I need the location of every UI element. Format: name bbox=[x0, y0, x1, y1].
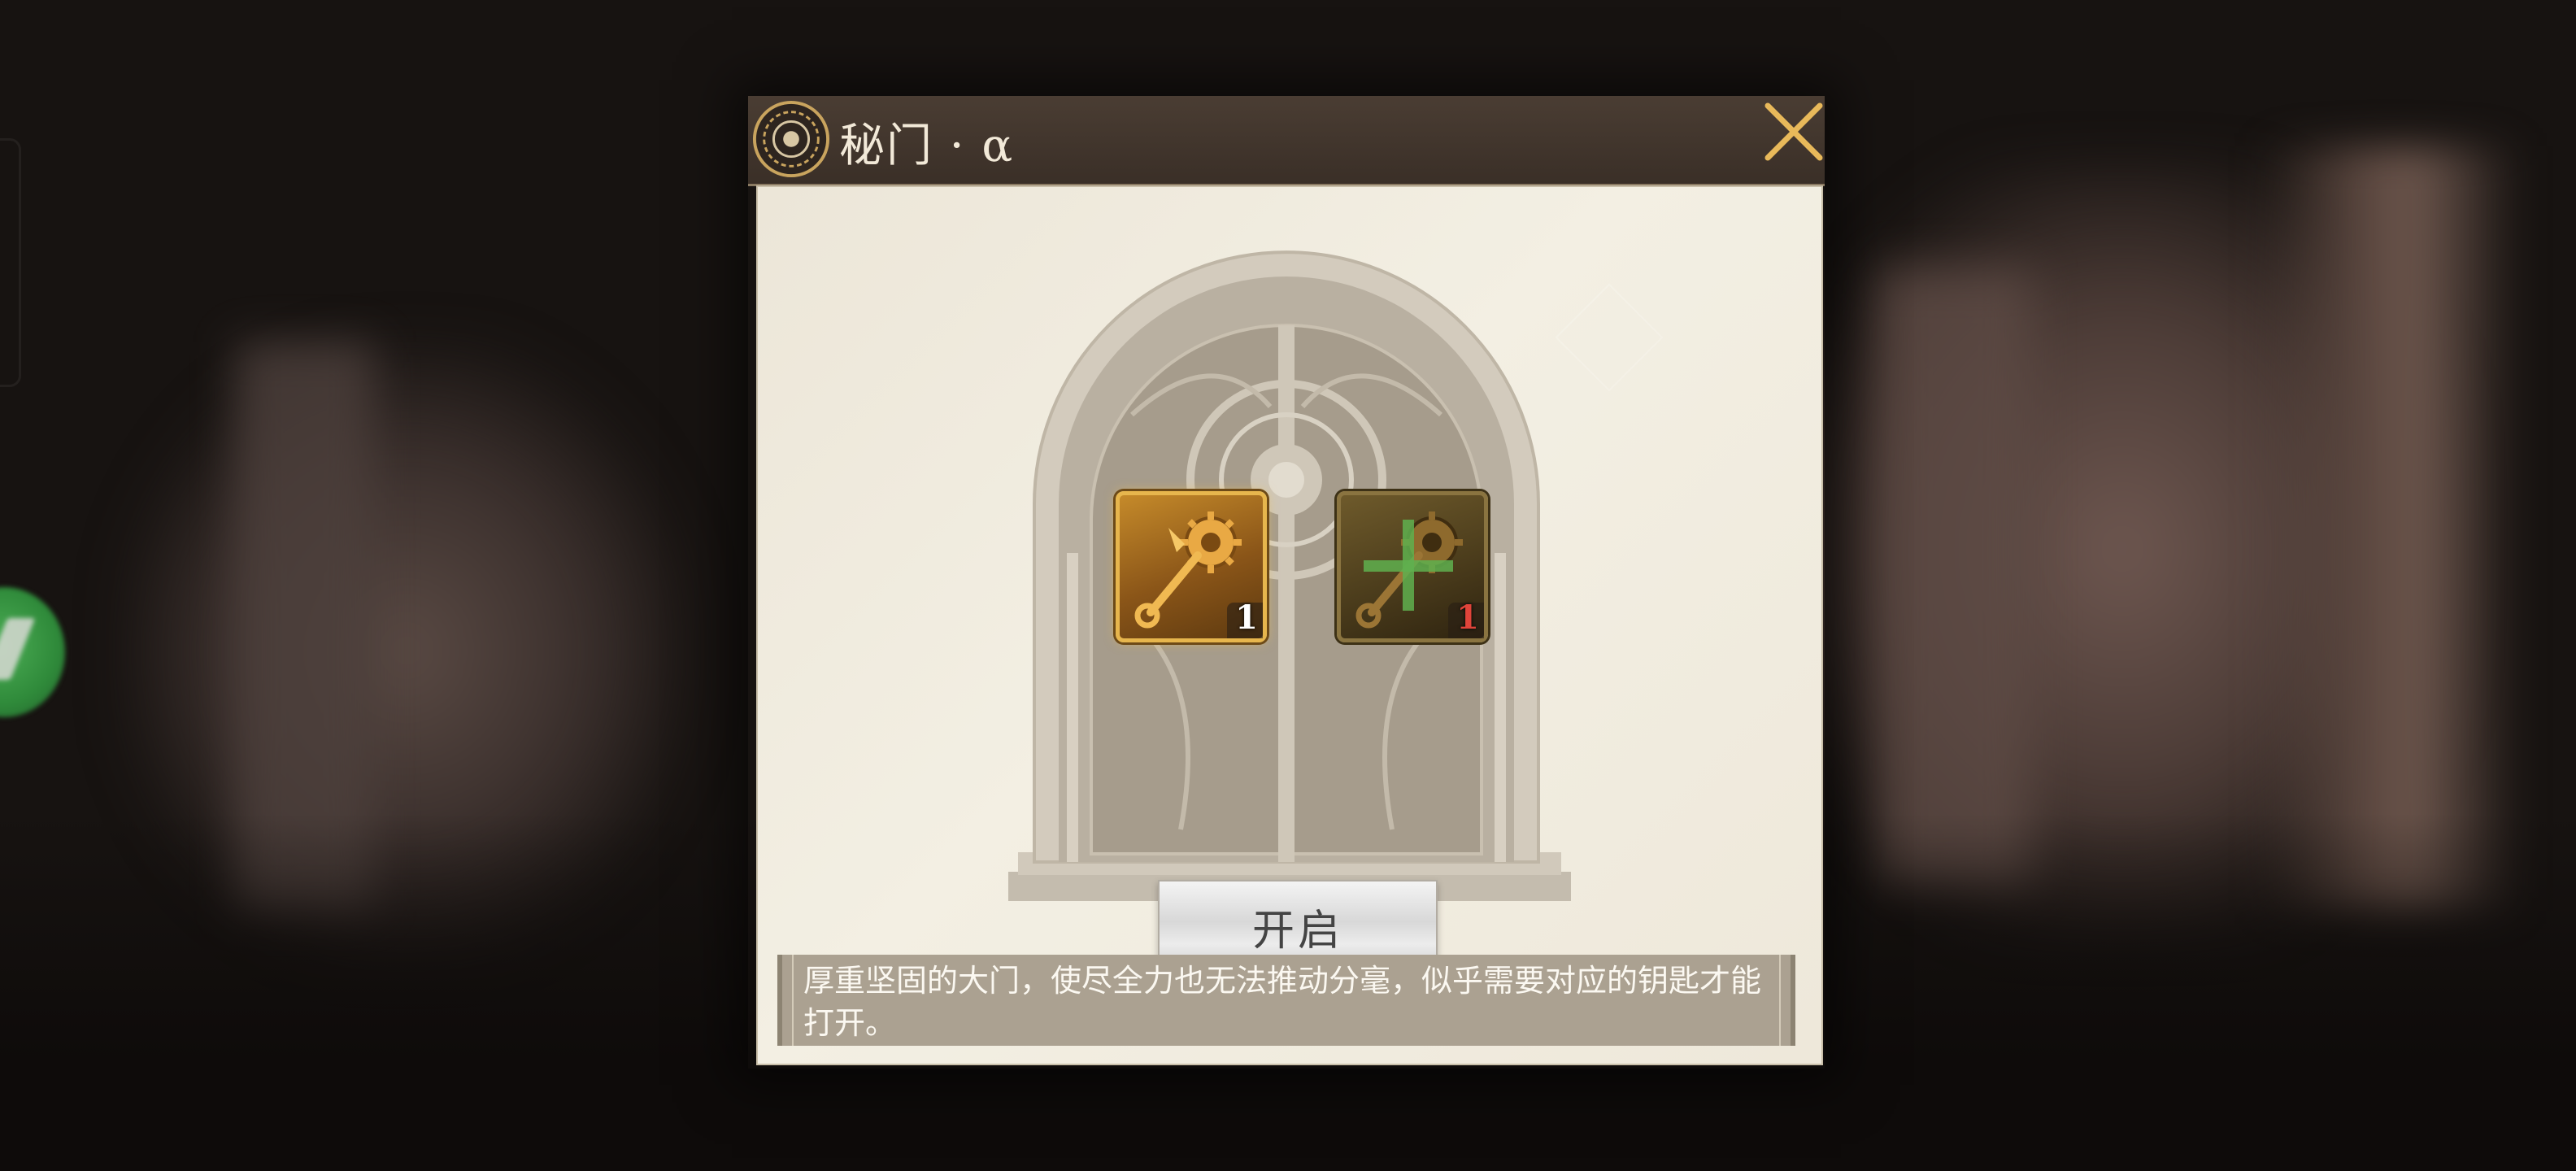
secret-door-dialog: 秘门 · α 1 1 开启 厚重坚固的大门，使尽全力也无法推动分毫，似乎需要对应… bbox=[748, 96, 1825, 1069]
dialog-content-panel: 1 1 开启 bbox=[756, 185, 1823, 1065]
gear-emblem-icon bbox=[752, 100, 830, 178]
dialog-titlebar: 秘门 · α bbox=[748, 96, 1825, 186]
decor-diamond bbox=[1555, 283, 1664, 392]
key-slot-gold[interactable]: 1 bbox=[1116, 491, 1267, 642]
dialog-title: 秘门 · α bbox=[839, 120, 1015, 172]
side-panel-edge bbox=[0, 138, 21, 387]
close-icon[interactable] bbox=[1761, 99, 1826, 164]
key-slot-locked[interactable]: 1 bbox=[1337, 491, 1488, 642]
key-count: 1 bbox=[1456, 599, 1479, 637]
side-token-icon bbox=[0, 587, 65, 717]
key-count: 1 bbox=[1235, 599, 1258, 637]
description-box: 厚重坚固的大门，使尽全力也无法推动分毫，似乎需要对应的钥匙才能打开。 bbox=[777, 955, 1795, 1046]
description-text: 厚重坚固的大门，使尽全力也无法推动分毫，似乎需要对应的钥匙才能打开。 bbox=[803, 963, 1762, 1041]
